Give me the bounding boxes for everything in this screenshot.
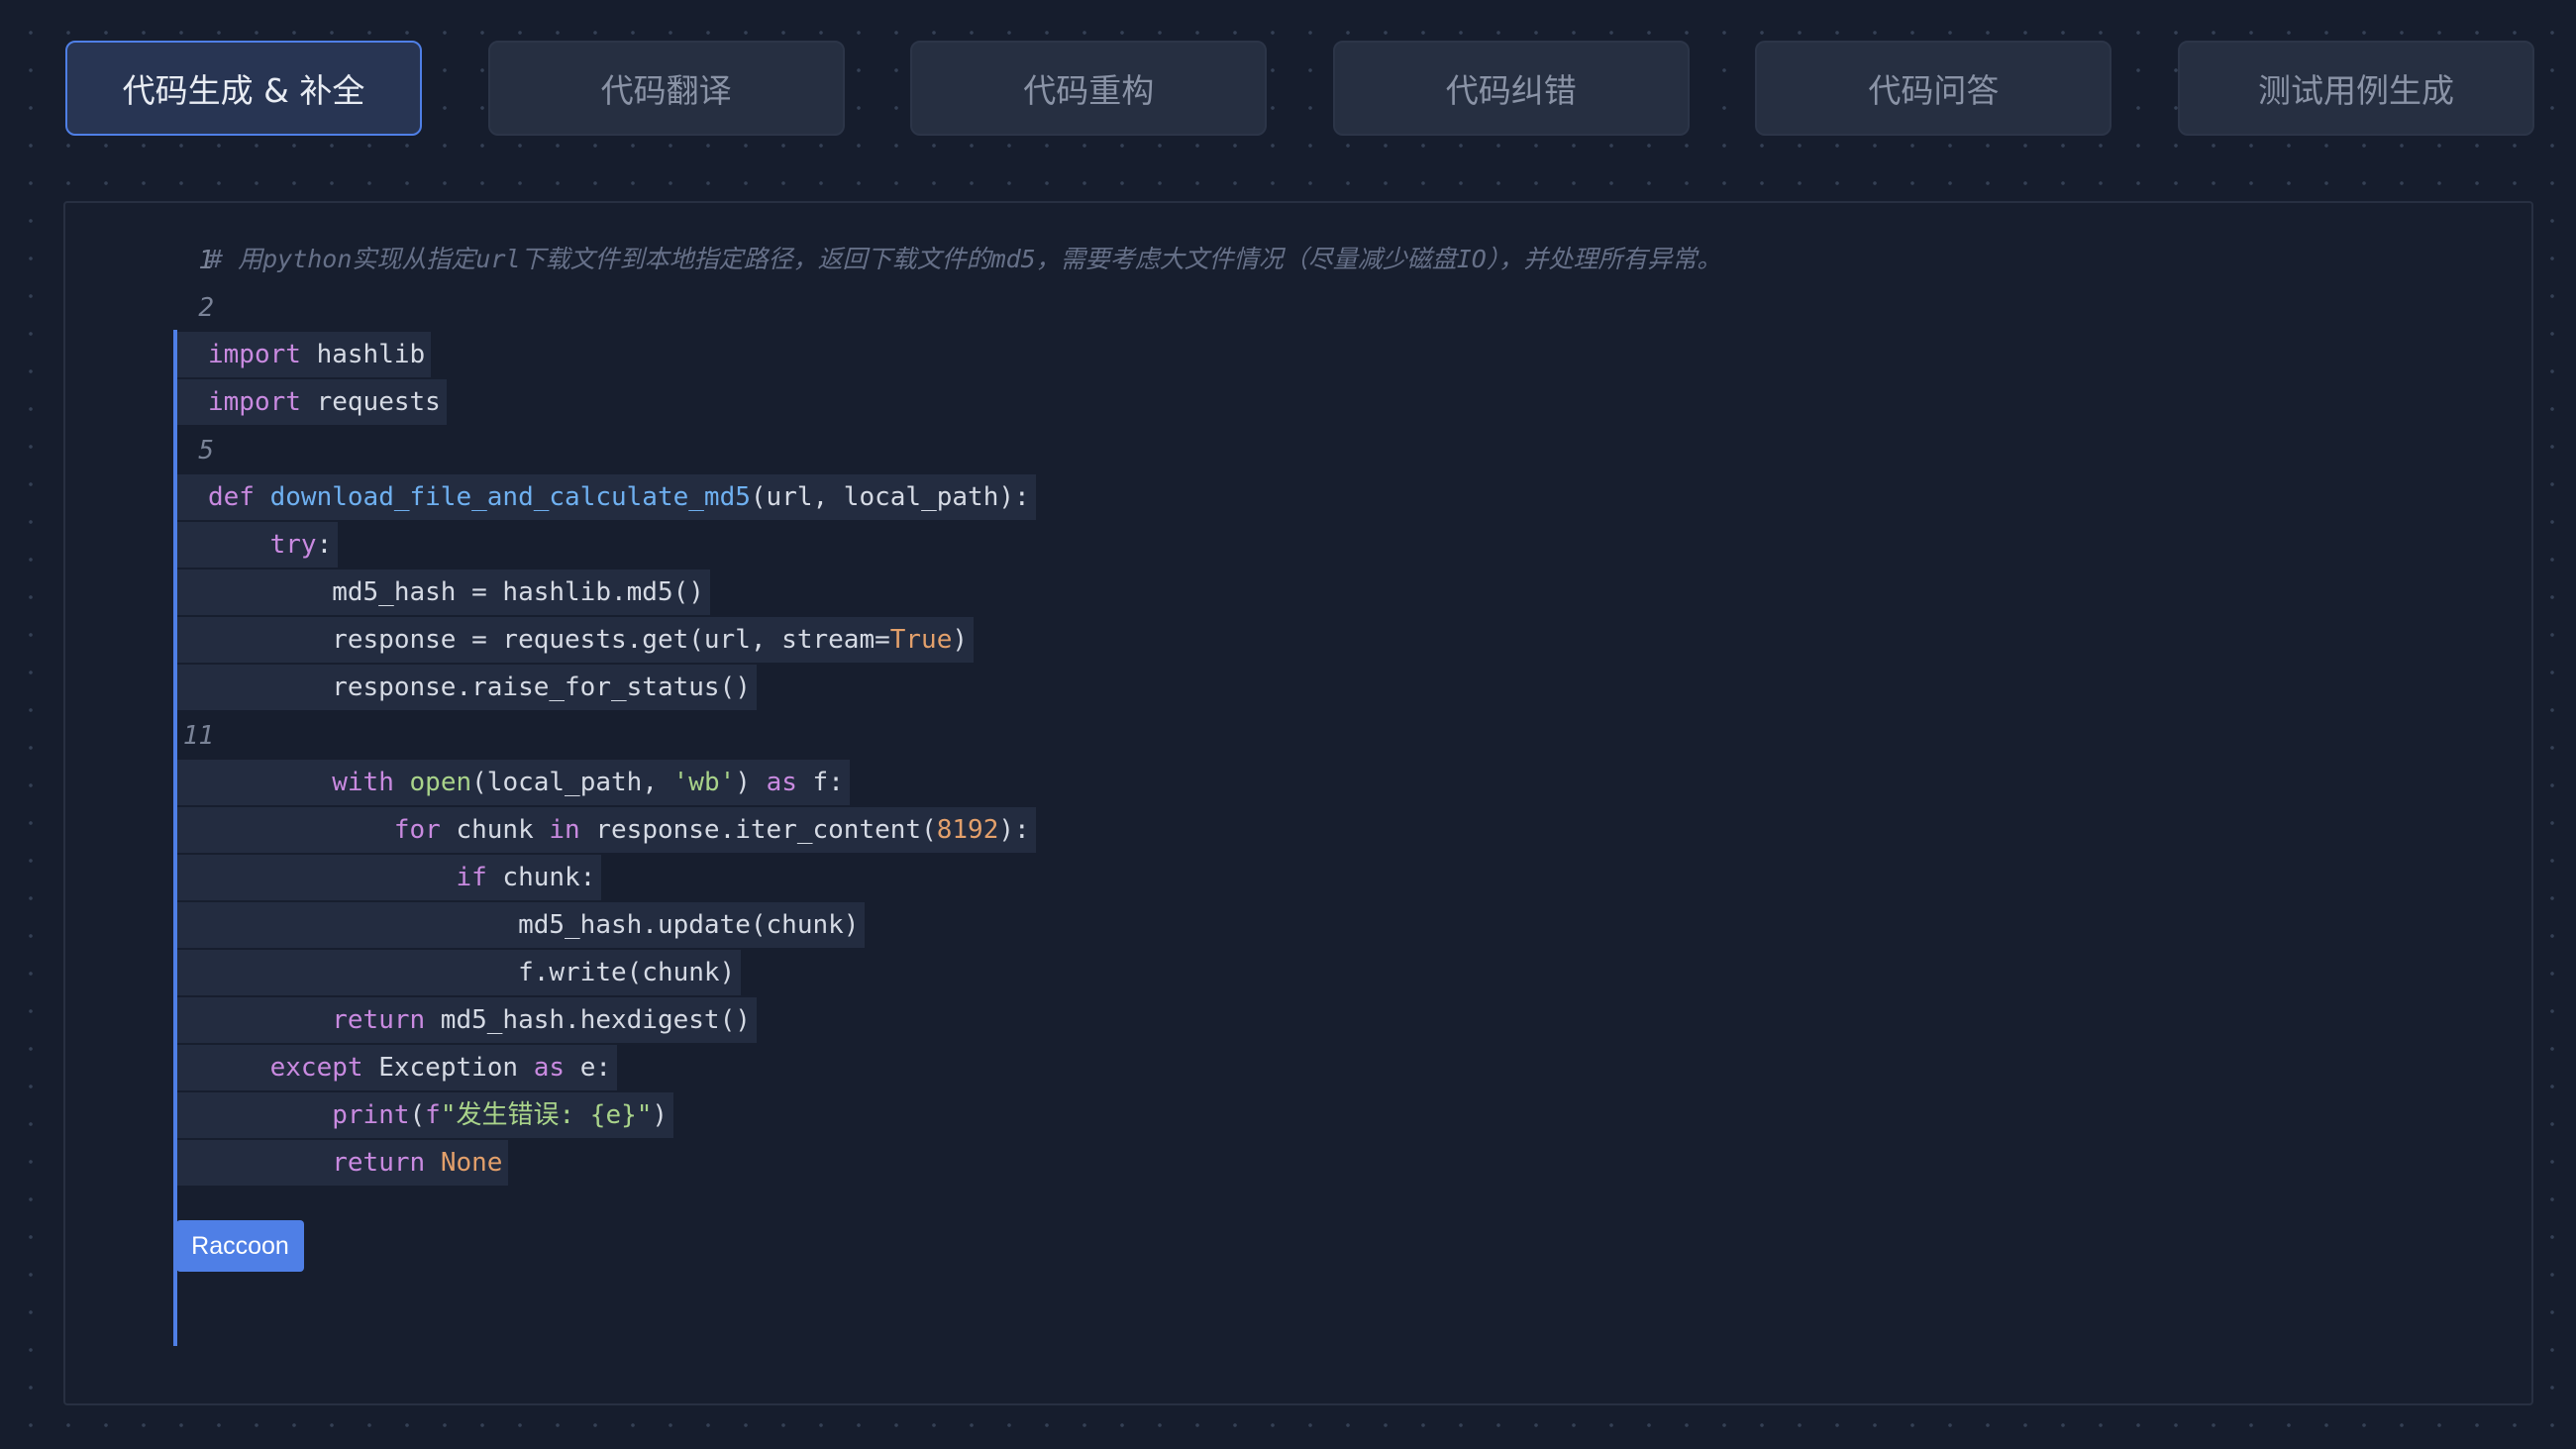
code-text: response = requests.get(url, stream=True… — [176, 617, 975, 663]
code-line: 1 # 用python实现从指定url下载文件到本地指定路径，返回下载文件的md… — [65, 237, 2531, 284]
code-line: 2 — [65, 284, 2531, 332]
code-line: 11 — [65, 712, 2531, 760]
code-line: 6 def download_file_and_calculate_md5(ur… — [65, 474, 2531, 522]
code-line: 5 — [65, 427, 2531, 474]
code-text: f.write(chunk) — [176, 950, 742, 995]
code-line: 17 return md5_hash.hexdigest() — [65, 997, 2531, 1045]
code-comment: # 用python实现从指定url下载文件到本地指定路径，返回下载文件的md5，… — [208, 245, 1722, 273]
code-line: 13 for chunk in response.iter_content(81… — [65, 807, 2531, 855]
raccoon-suggestion-badge[interactable]: Raccoon — [176, 1220, 304, 1272]
code-text: return None — [176, 1140, 509, 1186]
code-text: response.raise_for_status() — [176, 665, 757, 710]
code-line: 3 import hashlib — [65, 332, 2531, 379]
code-line: 8 md5_hash = hashlib.md5() — [65, 569, 2531, 617]
code-line: 18 except Exception as e: — [65, 1045, 2531, 1092]
suggestion-indicator-bar — [173, 330, 177, 1346]
code-line: 12 with open(local_path, 'wb') as f: — [65, 760, 2531, 807]
code-line: 9 response = requests.get(url, stream=Tr… — [65, 617, 2531, 665]
line-number: 5 — [198, 436, 214, 466]
code-editor[interactable]: 1 # 用python实现从指定url下载文件到本地指定路径，返回下载文件的md… — [63, 201, 2533, 1405]
code-line: 14 if chunk: — [65, 855, 2531, 902]
code-line: 10 response.raise_for_status() — [65, 665, 2531, 712]
code-line: 19 print(f"发生错误: {e}") — [65, 1092, 2531, 1140]
code-text: import hashlib — [176, 332, 432, 377]
code-text: md5_hash.update(chunk) — [176, 902, 866, 948]
tab-code-qa[interactable]: 代码问答 — [1755, 41, 2112, 136]
code-text: print(f"发生错误: {e}") — [176, 1092, 674, 1138]
code-text: try: — [176, 522, 339, 568]
code-line: 4 import requests — [65, 379, 2531, 427]
tab-bar: 代码生成 & 补全 代码翻译 代码重构 代码纠错 代码问答 测试用例生成 — [65, 41, 2534, 136]
tab-code-translation[interactable]: 代码翻译 — [487, 41, 845, 136]
code-text: for chunk in response.iter_content(8192)… — [176, 807, 1036, 853]
code-text: except Exception as e: — [176, 1045, 618, 1090]
line-number: 11 — [182, 721, 214, 751]
code-text: if chunk: — [176, 855, 602, 900]
code-text: with open(local_path, 'wb') as f: — [176, 760, 850, 805]
code-text: def download_file_and_calculate_md5(url,… — [176, 474, 1036, 520]
code-text: md5_hash = hashlib.md5() — [176, 569, 710, 615]
tab-code-fix[interactable]: 代码纠错 — [1332, 41, 1690, 136]
code-line: 7 try: — [65, 522, 2531, 569]
tab-code-generation[interactable]: 代码生成 & 补全 — [65, 41, 422, 136]
tab-test-case-generation[interactable]: 测试用例生成 — [2177, 41, 2534, 136]
code-text: return md5_hash.hexdigest() — [176, 997, 757, 1043]
code-line: 20 return None — [65, 1140, 2531, 1188]
tab-code-refactor[interactable]: 代码重构 — [910, 41, 1268, 136]
code-line: 15 md5_hash.update(chunk) — [65, 902, 2531, 950]
code-text: import requests — [176, 379, 447, 425]
line-number: 2 — [198, 293, 214, 323]
code-line: 16 f.write(chunk) — [65, 950, 2531, 997]
